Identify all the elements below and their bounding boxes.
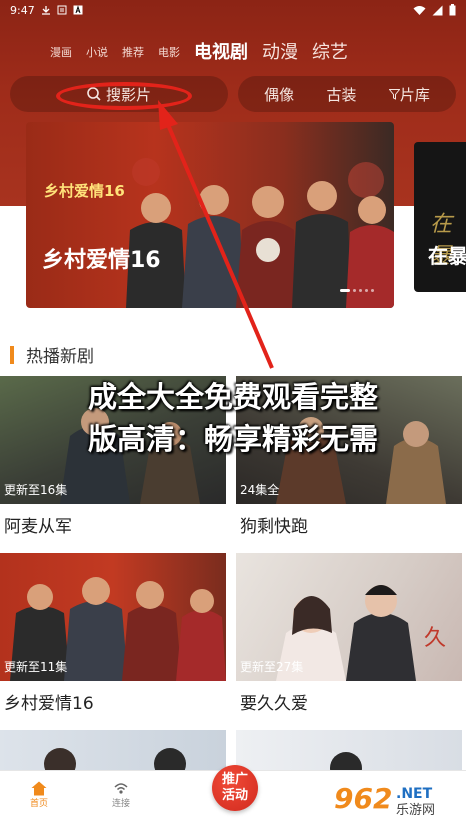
section-title: 热播新剧 bbox=[26, 347, 94, 367]
category-nav: 漫画 小说 推荐 电影 电视剧 动漫 综艺 bbox=[0, 30, 466, 66]
nav-home[interactable]: 首页 bbox=[30, 781, 48, 809]
drama-poster: 更新至11集 bbox=[0, 553, 226, 681]
poster-art bbox=[44, 748, 186, 770]
tab-anime[interactable]: 动漫 bbox=[262, 38, 298, 66]
battery-icon bbox=[449, 4, 456, 16]
carousel-dot bbox=[371, 289, 374, 292]
text-notification-icon bbox=[57, 4, 67, 16]
episode-tag: 更新至11集 bbox=[4, 660, 68, 674]
filter-costume[interactable]: 古装 bbox=[326, 84, 356, 105]
carousel-dot bbox=[365, 289, 368, 292]
filter-bar: 偶像 古装 片库 bbox=[238, 76, 456, 112]
drama-title: 阿麦从军 bbox=[4, 517, 72, 537]
svg-text:.NET: .NET bbox=[396, 786, 433, 802]
svg-text:乐游网: 乐游网 bbox=[396, 803, 435, 818]
drama-card-partial[interactable] bbox=[0, 730, 226, 770]
next-banner-title: 在暴 bbox=[428, 244, 466, 268]
filter-idol[interactable]: 偶像 bbox=[264, 84, 294, 105]
carousel-dot bbox=[353, 289, 356, 292]
promo-line-1: 推广 bbox=[221, 772, 248, 787]
download-icon bbox=[41, 4, 51, 16]
poster-art bbox=[330, 752, 362, 770]
drama-title: 乡村爱情16 bbox=[4, 694, 94, 714]
svg-text:962: 962 bbox=[334, 782, 392, 815]
promo-line-2: 活动 bbox=[221, 788, 248, 803]
banner-logo: 乡村爱情16 bbox=[44, 182, 125, 200]
nav-home-label: 首页 bbox=[30, 799, 49, 809]
carousel-dot-active bbox=[340, 289, 350, 292]
search-highlight-ellipse bbox=[56, 82, 192, 110]
watermark-logo: 962 .NET 乐游网 bbox=[326, 778, 462, 820]
headline-line-1: 成全大全免费观看完整 bbox=[87, 380, 378, 414]
status-bar: 9:47 bbox=[0, 0, 466, 20]
drama-poster: 久 更新至27集 bbox=[236, 553, 462, 681]
filter-icon bbox=[388, 88, 400, 100]
tab-variety[interactable]: 综艺 bbox=[312, 38, 348, 66]
signal-icon bbox=[432, 4, 443, 16]
section-header: 热播新剧 bbox=[10, 342, 94, 367]
drama-title: 狗剩快跑 bbox=[240, 517, 308, 537]
drama-card[interactable]: 久 更新至27集 要久久爱 bbox=[236, 553, 462, 714]
filter-library[interactable]: 片库 bbox=[388, 84, 430, 105]
episode-tag: 24集全 bbox=[240, 483, 280, 497]
wifi-icon bbox=[413, 4, 426, 16]
wifi-broadcast-icon bbox=[114, 783, 128, 794]
banner-title: 乡村爱情16 bbox=[42, 248, 161, 273]
status-time: 9:47 bbox=[10, 3, 35, 17]
filter-library-label: 片库 bbox=[399, 85, 430, 104]
tab-recommend[interactable]: 推荐 bbox=[122, 44, 144, 66]
drama-title: 要久久爱 bbox=[240, 694, 308, 714]
tab-comics[interactable]: 漫画 bbox=[50, 44, 72, 66]
tab-tv-series[interactable]: 电视剧 bbox=[194, 38, 248, 66]
tab-movies[interactable]: 电影 bbox=[158, 44, 180, 66]
a-icon bbox=[73, 4, 83, 16]
episode-tag: 更新至27集 bbox=[240, 660, 304, 674]
drama-card[interactable]: 更新至11集 乡村爱情16 bbox=[0, 553, 226, 714]
episode-tag: 更新至16集 bbox=[4, 483, 68, 497]
section-accent-bar bbox=[10, 345, 14, 364]
carousel-dot bbox=[359, 289, 362, 292]
carousel-indicator bbox=[340, 289, 374, 292]
nav-connect-label: 连接 bbox=[112, 799, 131, 809]
overlay-headline: 成全大全免费观看完整 版高清：畅享精彩无需 bbox=[0, 376, 466, 460]
svg-text:久: 久 bbox=[424, 626, 446, 651]
home-icon bbox=[31, 781, 47, 796]
promo-activity-button[interactable]: 推广 活动 bbox=[212, 765, 258, 811]
featured-banner[interactable]: 乡村爱情16 乡村爱情16 bbox=[26, 122, 394, 308]
next-banner-peek[interactable]: 在暴 在暴 bbox=[414, 142, 466, 292]
nav-connect[interactable]: 连接 bbox=[112, 781, 130, 809]
banner-cast-image bbox=[126, 158, 394, 308]
tab-novels[interactable]: 小说 bbox=[86, 44, 108, 66]
drama-card-partial[interactable] bbox=[236, 730, 462, 770]
headline-line-2: 版高清：畅享精彩无需 bbox=[87, 422, 378, 456]
